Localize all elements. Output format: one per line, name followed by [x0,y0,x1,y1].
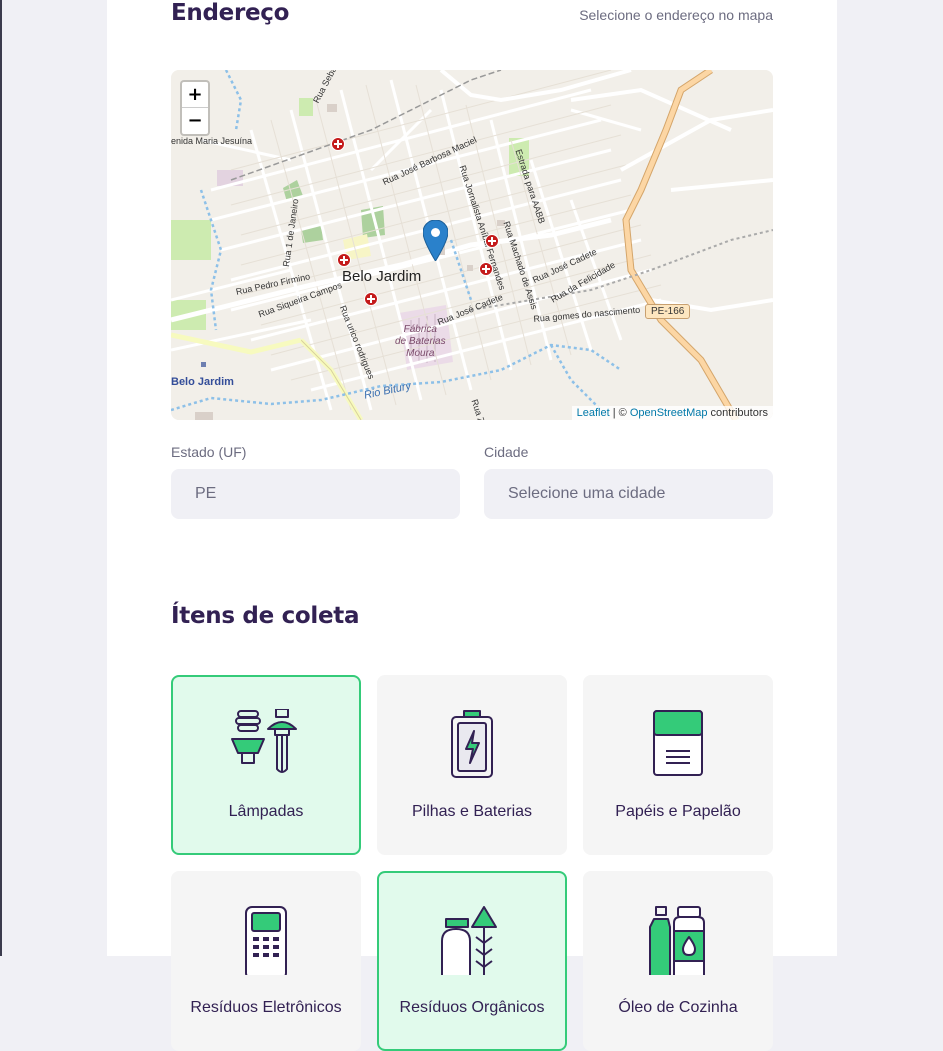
item-paper[interactable]: Papéis e Papelão [583,675,773,855]
item-label: Óleo de Cozinha [618,999,738,1016]
state-input[interactable] [171,469,460,519]
form-card: Endereço Selecione o endereço no mapa en… [107,0,837,1051]
items-title: Ítens de coleta [171,603,360,629]
factory-line: de Baterias [395,336,446,347]
item-label: Lâmpadas [228,803,304,820]
hospital-icon [485,234,499,248]
battery-icon [451,710,493,778]
item-electronics[interactable]: Resíduos Eletrônicos [171,871,361,1051]
electronics-icon [245,906,287,975]
map-tiles[interactable] [171,70,773,420]
address-title: Endereço [171,0,290,26]
map-attribution: Leaflet | © OpenStreetMap contributors [571,406,773,420]
item-organic[interactable]: Resíduos Orgânicos [377,871,567,1051]
factory-line: Fábrica [403,324,437,335]
attribution-suffix: contributors [707,407,768,419]
address-header: Endereço Selecione o endereço no mapa [171,0,773,40]
map-town-label: Belo Jardim [342,268,422,285]
factory-line: Moura [406,348,435,359]
city-select[interactable]: Selecione uma cidade [484,469,773,519]
item-label: Papéis e Papelão [615,803,741,820]
organic-icon [441,906,497,975]
map-marker-icon[interactable] [423,220,448,261]
paper-icon [653,710,703,776]
hospital-icon [331,137,345,151]
item-oil[interactable]: Óleo de Cozinha [583,871,773,1051]
address-hint: Selecione o endereço no mapa [579,7,773,23]
item-lamps[interactable]: Lâmpadas [171,675,361,855]
item-label: Pilhas e Baterias [411,803,533,820]
map[interactable]: Rua Sebastião Rodrigu enida Maria Jesuín… [171,70,773,420]
item-batteries[interactable]: Pilhas e Baterias [377,675,567,855]
map-factory-label: Fábrica de Baterias Moura [395,324,446,360]
zoom-in-button[interactable]: + [182,82,208,108]
item-label: Resíduos Orgânicos [399,999,545,1016]
hospital-icon [479,262,493,276]
map-street-label: enida Maria Jesuína [171,136,253,146]
map-town-label-secondary: Belo Jardim [171,376,234,388]
road-shield-label: PE-166 [645,304,691,319]
lamps-icon [231,709,297,773]
leaflet-link[interactable]: Leaflet [577,407,610,419]
zoom-control: + − [180,80,210,136]
city-label: Cidade [484,444,529,460]
attribution-separator: | © [609,407,630,419]
osm-link[interactable]: OpenStreetMap [630,407,708,419]
hospital-icon [337,253,351,267]
hospital-icon [364,292,378,306]
state-label: Estado (UF) [171,444,247,460]
zoom-out-button[interactable]: − [182,108,208,134]
oil-icon [649,906,705,975]
item-label: Resíduos Eletrônicos [190,999,342,1016]
window-edge [0,0,2,956]
